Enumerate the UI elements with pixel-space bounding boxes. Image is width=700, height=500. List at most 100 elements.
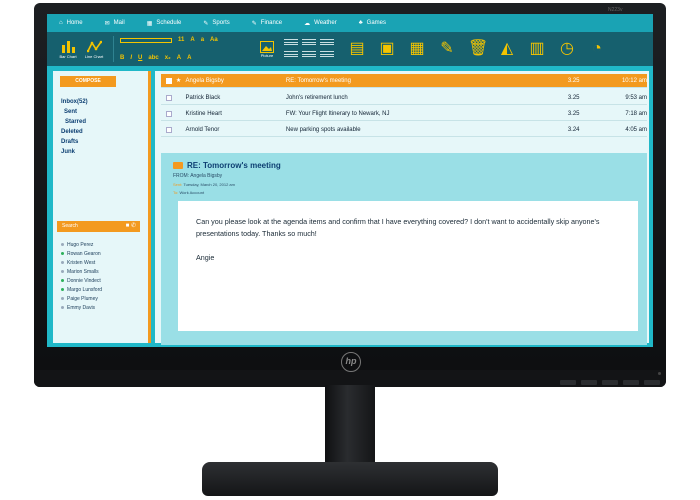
- contact-item[interactable]: Marion Smalls: [61, 267, 102, 276]
- folder-inbox[interactable]: Inbox(52): [61, 99, 88, 109]
- compose-button[interactable]: COMPOSE: [60, 76, 116, 87]
- indent-icon[interactable]: [320, 38, 334, 45]
- message-size: 3.24: [567, 126, 580, 133]
- presence-dot: [61, 270, 64, 273]
- contact-item[interactable]: Paige Plumey: [61, 294, 102, 303]
- line-chart-button[interactable]: Line Chart: [81, 40, 107, 59]
- folder-starred[interactable]: Starred: [61, 119, 88, 129]
- message-time: 4:05 am: [625, 126, 647, 133]
- contact-name: Hugo Perez: [67, 241, 94, 248]
- change-case-icon[interactable]: Aa: [210, 37, 218, 43]
- menu-label: Schedule: [156, 20, 182, 26]
- contact-name: Margo Lunsford: [67, 286, 103, 293]
- message-checkbox[interactable]: [166, 77, 172, 84]
- grow-font-icon[interactable]: A: [190, 37, 194, 43]
- bold-icon[interactable]: B: [120, 55, 124, 61]
- contact-name: Donnie Vindect: [67, 277, 101, 284]
- align-left-icon[interactable]: [284, 38, 298, 45]
- edit-icon[interactable]: ✎: [438, 40, 456, 58]
- contact-item[interactable]: Emmy Davis: [61, 303, 102, 312]
- folder-deleted[interactable]: Deleted: [61, 129, 88, 139]
- power-button[interactable]: [644, 380, 660, 385]
- numbering-icon[interactable]: [302, 50, 316, 57]
- message-row[interactable]: Patrick Black John's retirement lunch 3.…: [161, 91, 647, 105]
- bar-chart-button[interactable]: Bar Chart: [55, 40, 81, 59]
- message-signature: Angie: [196, 253, 215, 262]
- power-led: [658, 372, 661, 375]
- font-family-select[interactable]: [120, 37, 172, 43]
- menu-schedule[interactable]: ▦ Schedule: [147, 20, 182, 27]
- video-call-icon[interactable]: ■ ✆: [126, 221, 136, 232]
- contact-item[interactable]: Rowan Gearon: [61, 249, 102, 258]
- monitor-button[interactable]: [623, 380, 639, 385]
- menu-sports[interactable]: ✎ Sports: [203, 20, 229, 27]
- games-icon: ♣: [358, 20, 363, 26]
- menu-games[interactable]: ♣ Games: [359, 20, 386, 26]
- subscript-icon[interactable]: x₂: [165, 55, 171, 61]
- contact-item[interactable]: Hugo Perez: [61, 240, 102, 249]
- message-from: Patrick Black: [185, 94, 221, 101]
- message-body: Can you please look at the agenda items …: [178, 201, 638, 331]
- to-label: To:: [173, 190, 179, 195]
- menu-label: Weather: [314, 20, 337, 26]
- search-input[interactable]: Search ■ ✆: [57, 221, 140, 232]
- line-chart-icon: [86, 40, 102, 52]
- align-center-icon[interactable]: [284, 50, 298, 57]
- folder-junk[interactable]: Junk: [61, 149, 88, 159]
- trash-icon[interactable]: 🗑: [468, 40, 488, 58]
- contact-item[interactable]: Donnie Vindect: [61, 276, 102, 285]
- monitor-button[interactable]: [581, 380, 597, 385]
- envelope-icon: [173, 162, 183, 169]
- monitor-button[interactable]: [560, 380, 576, 385]
- message-checkbox[interactable]: [166, 110, 172, 117]
- folder-sent[interactable]: Sent: [61, 109, 88, 119]
- sent-label: Sent:: [173, 182, 183, 187]
- chart-icon[interactable]: ◭: [498, 40, 516, 58]
- monitor-button[interactable]: [602, 380, 618, 385]
- underline-icon[interactable]: U: [138, 55, 142, 61]
- highlight-icon[interactable]: A: [177, 55, 181, 61]
- mail-icon: ✉: [104, 20, 110, 27]
- message-time: 9:53 am: [625, 94, 647, 101]
- message-from: Angela Bigsby: [185, 77, 224, 84]
- star-icon[interactable]: ★: [176, 77, 186, 84]
- menu-home[interactable]: ⌂ Home: [59, 20, 83, 26]
- message-subject: RE: Tomorrow's meeting: [285, 77, 351, 84]
- briefcase-icon[interactable]: ▥: [528, 40, 546, 58]
- shrink-font-icon[interactable]: a: [201, 37, 204, 43]
- save-icon[interactable]: ▣: [378, 40, 396, 58]
- reading-subject: RE: Tomorrow's meeting: [187, 161, 281, 170]
- clock-icon[interactable]: ◷: [558, 40, 576, 58]
- presence-dot: [61, 252, 64, 255]
- reading-header: RE: Tomorrow's meeting FROM: Angela Bigs…: [173, 161, 281, 195]
- message-row[interactable]: Arnold Tenor New parking spots available…: [161, 123, 647, 137]
- calendar-icon[interactable]: ▦: [408, 40, 426, 58]
- font-size-select[interactable]: 11: [178, 37, 184, 43]
- presence-dot: [61, 279, 64, 282]
- message-row[interactable]: Kristine Heart FW: Your Flight Itinerary…: [161, 107, 647, 121]
- contact-item[interactable]: Kristen West: [61, 258, 102, 267]
- folder-drafts[interactable]: Drafts: [61, 139, 88, 149]
- strikethrough-icon[interactable]: abc: [148, 55, 158, 61]
- hp-logo: hp: [341, 352, 361, 372]
- monitor-stand-neck: [325, 385, 375, 470]
- menu-weather[interactable]: ☁ Weather: [304, 20, 337, 27]
- italic-icon[interactable]: I: [130, 55, 132, 61]
- font-color-icon[interactable]: A: [187, 55, 191, 61]
- menu-label: Finance: [260, 20, 283, 26]
- clipboard-icon[interactable]: ▤: [348, 40, 366, 58]
- ribbon-tools: ▤ ▣ ▦ ✎ 🗑 ◭ ▥ ◷ ◔: [348, 40, 606, 58]
- ribbon-divider: [113, 36, 114, 62]
- menu-finance[interactable]: ✎ Finance: [252, 20, 282, 27]
- picture-button[interactable]: Picture: [256, 40, 278, 58]
- message-checkbox[interactable]: [166, 94, 172, 101]
- contact-item[interactable]: Margo Lunsford: [61, 285, 102, 294]
- message-row[interactable]: ★ Angela Bigsby RE: Tomorrow's meeting 3…: [161, 74, 647, 88]
- bullets-icon[interactable]: [302, 38, 316, 45]
- alarm-icon[interactable]: ◔: [588, 40, 606, 58]
- outdent-icon[interactable]: [320, 50, 334, 57]
- weather-icon: ☁: [304, 20, 311, 27]
- message-checkbox[interactable]: [166, 126, 172, 133]
- menu-mail[interactable]: ✉ Mail: [105, 20, 125, 27]
- monitor-stand-base: [202, 462, 498, 496]
